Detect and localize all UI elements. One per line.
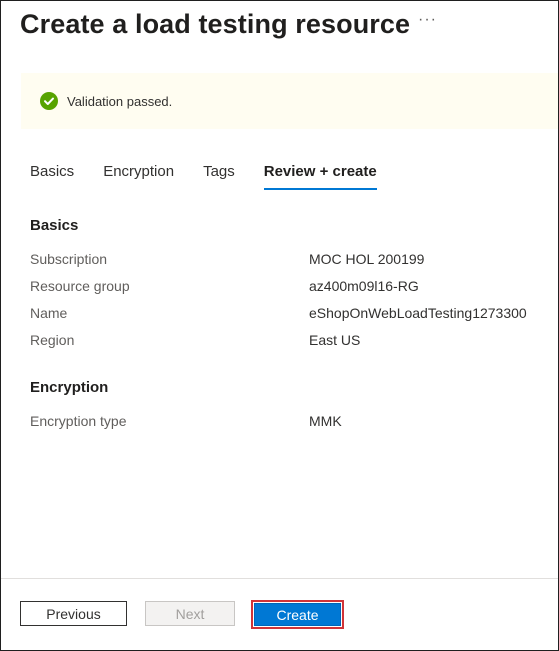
row-value: East US <box>309 332 361 348</box>
row-value: MOC HOL 200199 <box>309 251 425 267</box>
create-button[interactable]: Create <box>254 603 341 626</box>
footer-divider <box>1 578 558 579</box>
summary-row-region: Region East US <box>30 332 550 352</box>
tab-basics[interactable]: Basics <box>30 161 74 191</box>
tab-encryption[interactable]: Encryption <box>103 161 174 191</box>
row-label: Subscription <box>30 251 108 267</box>
validation-banner: Validation passed. <box>21 73 558 129</box>
row-value: az400m09l16-RG <box>309 278 419 294</box>
row-value: MMK <box>309 413 342 429</box>
summary-row-encryption-type: Encryption type MMK <box>30 413 550 433</box>
row-label: Resource group <box>30 278 130 294</box>
next-button: Next <box>145 601 235 626</box>
page-title: Create a load testing resource <box>20 9 411 39</box>
tab-review-create[interactable]: Review + create <box>263 161 377 191</box>
wizard-tabs: Basics Encryption Tags Review + create <box>30 161 406 193</box>
check-circle-icon <box>40 92 58 110</box>
basics-section-heading: Basics <box>30 217 79 234</box>
row-label: Encryption type <box>30 413 127 429</box>
encryption-section-heading: Encryption <box>30 379 109 396</box>
create-resource-blade: Create a load testing resource ··· Valid… <box>0 0 559 651</box>
row-value: eShopOnWebLoadTesting1273300 <box>309 305 527 321</box>
more-options-button[interactable]: ··· <box>418 11 437 29</box>
validation-message: Validation passed. <box>67 93 173 109</box>
tab-tags[interactable]: Tags <box>203 161 235 191</box>
row-label: Name <box>30 305 68 321</box>
summary-row-resource-group: Resource group az400m09l16-RG <box>30 278 550 298</box>
summary-row-name: Name eShopOnWebLoadTesting1273300 <box>30 305 550 325</box>
summary-row-subscription: Subscription MOC HOL 200199 <box>30 251 550 271</box>
previous-button[interactable]: Previous <box>20 601 127 626</box>
row-label: Region <box>30 332 75 348</box>
